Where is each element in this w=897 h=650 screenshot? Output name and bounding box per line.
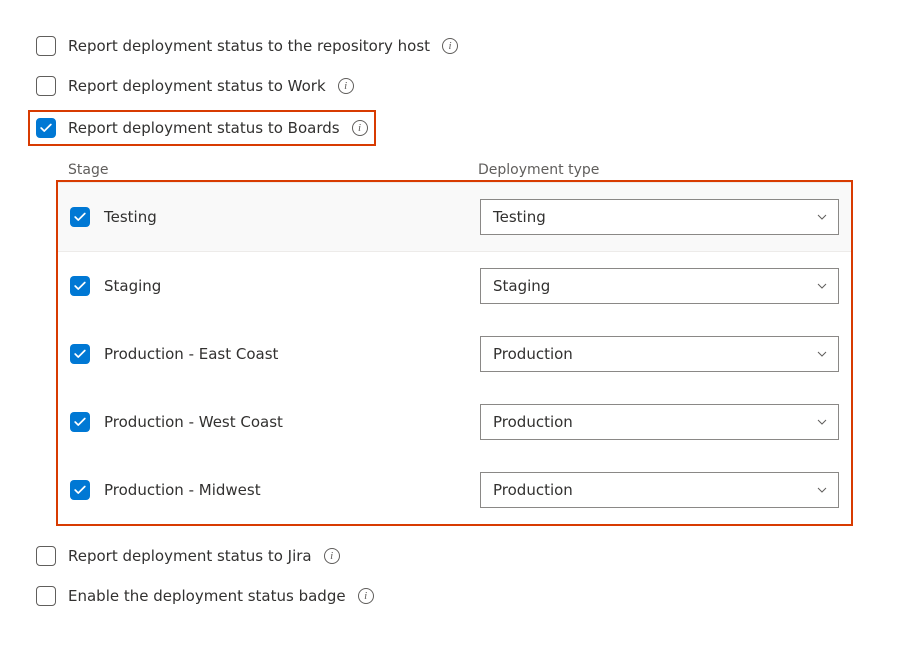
label-report-work: Report deployment status to Work — [68, 77, 326, 95]
select-value: Testing — [493, 208, 546, 226]
stage-name: Production - West Coast — [104, 413, 283, 431]
chevron-down-icon — [816, 484, 828, 496]
stage-name: Testing — [104, 208, 157, 226]
stage-row: Production - West Coast Production — [58, 388, 851, 456]
check-icon — [73, 483, 87, 497]
select-value: Production — [493, 413, 573, 431]
stage-row: Production - East Coast Production — [58, 320, 851, 388]
checkbox-enable-badge[interactable] — [36, 586, 56, 606]
highlight-report-boards: Report deployment status to Boards i — [28, 110, 376, 146]
option-report-jira: Report deployment status to Jira i — [36, 540, 861, 572]
stage-checkbox[interactable] — [70, 344, 90, 364]
checkbox-report-boards[interactable] — [36, 118, 56, 138]
select-value: Production — [493, 481, 573, 499]
header-deployment-type: Deployment type — [478, 162, 841, 178]
stage-name: Staging — [104, 277, 161, 295]
option-enable-badge: Enable the deployment status badge i — [36, 580, 861, 612]
check-icon — [39, 121, 53, 135]
option-report-boards: Report deployment status to Boards i — [36, 115, 368, 141]
option-report-repo-host: Report deployment status to the reposito… — [36, 30, 861, 62]
check-icon — [73, 347, 87, 361]
deployment-type-select[interactable]: Staging — [480, 268, 839, 304]
select-value: Production — [493, 345, 573, 363]
chevron-down-icon — [816, 280, 828, 292]
info-icon[interactable]: i — [324, 548, 340, 564]
check-icon — [73, 415, 87, 429]
checkbox-report-repo-host[interactable] — [36, 36, 56, 56]
option-report-work: Report deployment status to Work i — [36, 70, 861, 102]
label-report-repo-host: Report deployment status to the reposito… — [68, 37, 430, 55]
stage-checkbox[interactable] — [70, 276, 90, 296]
stages-header: Stage Deployment type — [56, 152, 853, 178]
label-report-boards: Report deployment status to Boards — [68, 119, 340, 137]
stage-row: Production - Midwest Production — [58, 456, 851, 524]
checkbox-report-jira[interactable] — [36, 546, 56, 566]
stage-checkbox[interactable] — [70, 207, 90, 227]
checkbox-report-work[interactable] — [36, 76, 56, 96]
check-icon — [73, 210, 87, 224]
chevron-down-icon — [816, 211, 828, 223]
chevron-down-icon — [816, 348, 828, 360]
info-icon[interactable]: i — [338, 78, 354, 94]
stage-name: Production - East Coast — [104, 345, 278, 363]
deployment-type-select[interactable]: Production — [480, 472, 839, 508]
header-stage: Stage — [68, 162, 478, 178]
stages-table: Testing Testing Staging Staging — [56, 180, 853, 526]
stage-row: Testing Testing — [58, 182, 851, 252]
stage-checkbox[interactable] — [70, 480, 90, 500]
deployment-type-select[interactable]: Production — [480, 404, 839, 440]
chevron-down-icon — [816, 416, 828, 428]
stage-name: Production - Midwest — [104, 481, 261, 499]
stage-checkbox[interactable] — [70, 412, 90, 432]
label-enable-badge: Enable the deployment status badge — [68, 587, 346, 605]
info-icon[interactable]: i — [442, 38, 458, 54]
stage-row: Staging Staging — [58, 252, 851, 320]
deployment-type-select[interactable]: Production — [480, 336, 839, 372]
select-value: Staging — [493, 277, 550, 295]
label-report-jira: Report deployment status to Jira — [68, 547, 312, 565]
check-icon — [73, 279, 87, 293]
info-icon[interactable]: i — [358, 588, 374, 604]
deployment-type-select[interactable]: Testing — [480, 199, 839, 235]
info-icon[interactable]: i — [352, 120, 368, 136]
